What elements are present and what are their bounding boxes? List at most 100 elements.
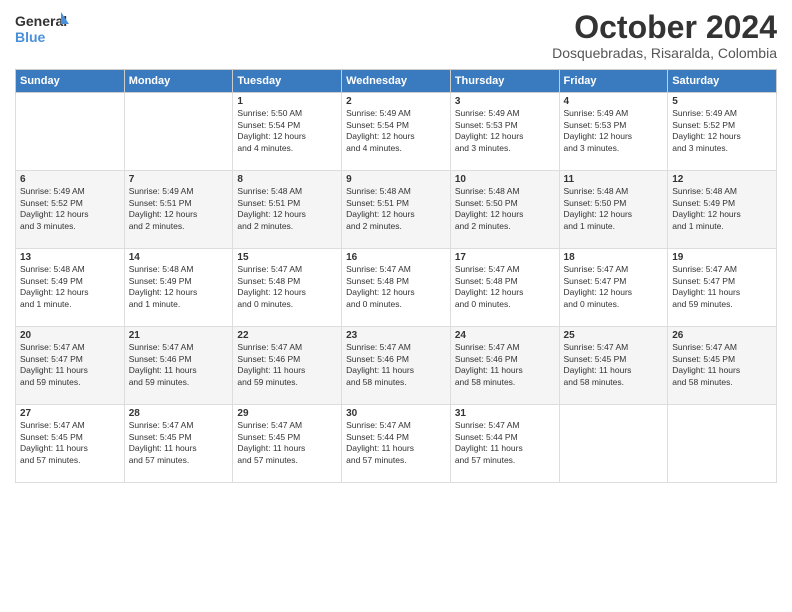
header-cell-thursday: Thursday bbox=[450, 70, 559, 93]
day-cell: 26Sunrise: 5:47 AM Sunset: 5:45 PM Dayli… bbox=[668, 327, 777, 405]
day-info: Sunrise: 5:47 AM Sunset: 5:44 PM Dayligh… bbox=[346, 420, 446, 466]
day-cell: 7Sunrise: 5:49 AM Sunset: 5:51 PM Daylig… bbox=[124, 171, 233, 249]
logo: GeneralBlue bbox=[15, 10, 70, 48]
week-row-4: 27 Sunrise: 5:47 AM Sunset: 5:45 PM Dayli… bbox=[16, 405, 777, 483]
day-number: 23 bbox=[346, 330, 446, 341]
day-cell: 31Sunrise: 5:47 AM Sunset: 5:44 PM Dayli… bbox=[450, 405, 559, 483]
day-cell bbox=[559, 405, 668, 483]
day-cell: 8Sunrise: 5:48 AM Sunset: 5:51 PM Daylig… bbox=[233, 171, 342, 249]
day-cell: 20Sunrise: 5:47 AM Sunset: 5:47 PM Dayli… bbox=[16, 327, 125, 405]
day-cell: 11Sunrise: 5:48 AM Sunset: 5:50 PM Dayli… bbox=[559, 171, 668, 249]
day-number: 16 bbox=[346, 252, 446, 263]
header: GeneralBlue October 2024 Dosquebradas, R… bbox=[15, 10, 777, 61]
day-cell: 28Sunrise: 5:47 AM Sunset: 5:45 PM Dayli… bbox=[124, 405, 233, 483]
day-number: 24 bbox=[455, 330, 555, 341]
header-cell-sunday: Sunday bbox=[16, 70, 125, 93]
day-number: 30 bbox=[346, 408, 446, 419]
day-number: 9 bbox=[346, 174, 446, 185]
day-info: Sunrise: 5:47 AM Sunset: 5:46 PM Dayligh… bbox=[237, 342, 337, 388]
day-number: 3 bbox=[455, 96, 555, 107]
day-info: Sunrise: 5:47 AM Sunset: 5:45 PM Dayligh… bbox=[672, 342, 772, 388]
day-number: 6 bbox=[20, 174, 120, 185]
day-info: Sunrise: 5:47 AM Sunset: 5:47 PM Dayligh… bbox=[564, 264, 664, 310]
day-number: 31 bbox=[455, 408, 555, 419]
header-row: SundayMondayTuesdayWednesdayThursdayFrid… bbox=[16, 70, 777, 93]
day-cell: 22Sunrise: 5:47 AM Sunset: 5:46 PM Dayli… bbox=[233, 327, 342, 405]
day-cell: 13Sunrise: 5:48 AM Sunset: 5:49 PM Dayli… bbox=[16, 249, 125, 327]
title-block: October 2024 Dosquebradas, Risaralda, Co… bbox=[552, 10, 777, 61]
day-info: Sunrise: 5:49 AM Sunset: 5:51 PM Dayligh… bbox=[129, 186, 229, 232]
page: GeneralBlue October 2024 Dosquebradas, R… bbox=[0, 0, 792, 612]
week-row-2: 13Sunrise: 5:48 AM Sunset: 5:49 PM Dayli… bbox=[16, 249, 777, 327]
day-info: Sunrise: 5:47 AM Sunset: 5:48 PM Dayligh… bbox=[237, 264, 337, 310]
day-cell: 21Sunrise: 5:47 AM Sunset: 5:46 PM Dayli… bbox=[124, 327, 233, 405]
header-cell-friday: Friday bbox=[559, 70, 668, 93]
day-info: Sunrise: 5:48 AM Sunset: 5:49 PM Dayligh… bbox=[672, 186, 772, 232]
day-cell: 16Sunrise: 5:47 AM Sunset: 5:48 PM Dayli… bbox=[342, 249, 451, 327]
day-cell: 2Sunrise: 5:49 AM Sunset: 5:54 PM Daylig… bbox=[342, 93, 451, 171]
day-number: 12 bbox=[672, 174, 772, 185]
day-number: 17 bbox=[455, 252, 555, 263]
day-info: Sunrise: 5:49 AM Sunset: 5:53 PM Dayligh… bbox=[564, 108, 664, 154]
day-number: 5 bbox=[672, 96, 772, 107]
day-info: Sunrise: 5:49 AM Sunset: 5:54 PM Dayligh… bbox=[346, 108, 446, 154]
day-number: 27 bbox=[20, 408, 120, 419]
day-cell bbox=[124, 93, 233, 171]
day-cell: 19Sunrise: 5:47 AM Sunset: 5:47 PM Dayli… bbox=[668, 249, 777, 327]
day-number: 11 bbox=[564, 174, 664, 185]
month-title: October 2024 bbox=[552, 10, 777, 45]
day-number: 1 bbox=[237, 96, 337, 107]
week-row-1: 6Sunrise: 5:49 AM Sunset: 5:52 PM Daylig… bbox=[16, 171, 777, 249]
week-row-3: 20Sunrise: 5:47 AM Sunset: 5:47 PM Dayli… bbox=[16, 327, 777, 405]
day-info: Sunrise: 5:48 AM Sunset: 5:51 PM Dayligh… bbox=[346, 186, 446, 232]
day-info: Sunrise: 5:47 AM Sunset: 5:44 PM Dayligh… bbox=[455, 420, 555, 466]
day-number: 29 bbox=[237, 408, 337, 419]
day-info: Sunrise: 5:49 AM Sunset: 5:53 PM Dayligh… bbox=[455, 108, 555, 154]
svg-text:Blue: Blue bbox=[15, 29, 46, 45]
day-number: 4 bbox=[564, 96, 664, 107]
day-info: Sunrise: 5:47 AM Sunset: 5:48 PM Dayligh… bbox=[455, 264, 555, 310]
day-info: Sunrise: 5:47 AM Sunset: 5:45 PM Dayligh… bbox=[129, 420, 229, 466]
day-cell: 9Sunrise: 5:48 AM Sunset: 5:51 PM Daylig… bbox=[342, 171, 451, 249]
day-number: 26 bbox=[672, 330, 772, 341]
day-info: Sunrise: 5:47 AM Sunset: 5:45 PM Dayligh… bbox=[564, 342, 664, 388]
day-number: 10 bbox=[455, 174, 555, 185]
day-info: Sunrise: 5:50 AM Sunset: 5:54 PM Dayligh… bbox=[237, 108, 337, 154]
week-row-0: 1Sunrise: 5:50 AM Sunset: 5:54 PM Daylig… bbox=[16, 93, 777, 171]
day-number: 15 bbox=[237, 252, 337, 263]
day-info: Sunrise: 5:47 AM Sunset: 5:46 PM Dayligh… bbox=[129, 342, 229, 388]
day-cell: 17Sunrise: 5:47 AM Sunset: 5:48 PM Dayli… bbox=[450, 249, 559, 327]
day-cell: 15Sunrise: 5:47 AM Sunset: 5:48 PM Dayli… bbox=[233, 249, 342, 327]
day-cell: 10Sunrise: 5:48 AM Sunset: 5:50 PM Dayli… bbox=[450, 171, 559, 249]
day-info: Sunrise: 5:47 AM Sunset: 5:45 PM Dayligh… bbox=[237, 420, 337, 466]
day-number: 19 bbox=[672, 252, 772, 263]
day-info: Sunrise: 5:47 AM Sunset: 5:48 PM Dayligh… bbox=[346, 264, 446, 310]
day-number: 8 bbox=[237, 174, 337, 185]
day-cell: 12Sunrise: 5:48 AM Sunset: 5:49 PM Dayli… bbox=[668, 171, 777, 249]
day-number: 21 bbox=[129, 330, 229, 341]
day-cell: 4Sunrise: 5:49 AM Sunset: 5:53 PM Daylig… bbox=[559, 93, 668, 171]
day-info: Sunrise: 5:47 AM Sunset: 5:47 PM Dayligh… bbox=[20, 342, 120, 388]
day-cell: 24Sunrise: 5:47 AM Sunset: 5:46 PM Dayli… bbox=[450, 327, 559, 405]
day-info: Sunrise: 5:48 AM Sunset: 5:51 PM Dayligh… bbox=[237, 186, 337, 232]
day-number: 13 bbox=[20, 252, 120, 263]
day-info: Sunrise: 5:48 AM Sunset: 5:49 PM Dayligh… bbox=[20, 264, 120, 310]
header-cell-tuesday: Tuesday bbox=[233, 70, 342, 93]
day-cell: 5Sunrise: 5:49 AM Sunset: 5:52 PM Daylig… bbox=[668, 93, 777, 171]
day-info: Sunrise: 5:49 AM Sunset: 5:52 PM Dayligh… bbox=[20, 186, 120, 232]
day-cell bbox=[668, 405, 777, 483]
svg-text:General: General bbox=[15, 13, 67, 29]
day-number: 28 bbox=[129, 408, 229, 419]
day-info: Sunrise: 5:48 AM Sunset: 5:50 PM Dayligh… bbox=[564, 186, 664, 232]
day-info: Sunrise: 5:47 AM Sunset: 5:46 PM Dayligh… bbox=[346, 342, 446, 388]
day-cell: 18Sunrise: 5:47 AM Sunset: 5:47 PM Dayli… bbox=[559, 249, 668, 327]
calendar-table: SundayMondayTuesdayWednesdayThursdayFrid… bbox=[15, 69, 777, 483]
header-cell-monday: Monday bbox=[124, 70, 233, 93]
day-cell bbox=[16, 93, 125, 171]
day-number: 25 bbox=[564, 330, 664, 341]
day-info: Sunrise: 5:49 AM Sunset: 5:52 PM Dayligh… bbox=[672, 108, 772, 154]
day-cell: 30Sunrise: 5:47 AM Sunset: 5:44 PM Dayli… bbox=[342, 405, 451, 483]
day-number: 22 bbox=[237, 330, 337, 341]
header-cell-saturday: Saturday bbox=[668, 70, 777, 93]
day-info: Sunrise: 5:48 AM Sunset: 5:49 PM Dayligh… bbox=[129, 264, 229, 310]
